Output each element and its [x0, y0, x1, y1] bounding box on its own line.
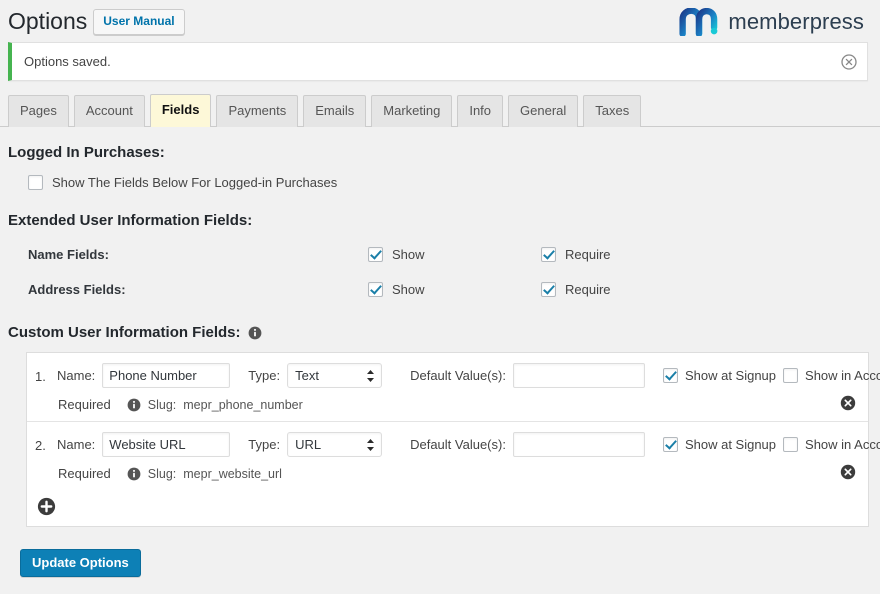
field-default-value-input[interactable]	[512, 432, 645, 457]
address-fields-require-checkbox[interactable]	[541, 282, 556, 297]
field-index: 2.	[35, 438, 46, 453]
page-title: Options	[8, 8, 88, 35]
address-fields-show-cell: Show	[368, 282, 541, 297]
field-name-input[interactable]	[102, 363, 231, 388]
field-slug-value: mepr_website_url	[183, 466, 282, 481]
page-header: Options User Manual memberpress	[0, 0, 880, 42]
field-show-at-signup-label: Show at Signup	[684, 368, 777, 383]
field-visibility-group: Show at Signup Show in Account	[662, 368, 880, 383]
tab-taxes[interactable]: Taxes	[583, 95, 642, 127]
extended-row-name-fields: Name Fields: Show Require	[28, 242, 868, 267]
settings-tabs: Pages Account Fields Payments Emails Mar…	[0, 81, 880, 127]
field-signup-required-checkbox[interactable]	[783, 437, 799, 452]
field-body: Name: Type: Text Default Value(s):	[57, 363, 880, 412]
delete-circle-icon[interactable]	[840, 395, 856, 411]
address-fields-show-label: Show	[392, 282, 425, 297]
close-circle-icon[interactable]	[841, 53, 857, 70]
logged-in-purchases-heading: Logged In Purchases:	[8, 144, 165, 161]
field-secondary-line: Required Slug: mepr_website_url	[57, 466, 880, 481]
field-name-label: Name:	[57, 437, 96, 452]
custom-field-row: 1. Name: Type: Text Defau	[27, 353, 880, 421]
field-secondary-line: Required Slug: mepr_phone_number	[57, 397, 880, 412]
tab-pages[interactable]: Pages	[8, 95, 69, 127]
field-type-select-wrap: Text	[287, 363, 383, 388]
name-fields-require-label: Require	[565, 247, 611, 262]
info-icon[interactable]	[127, 467, 141, 481]
field-type-select[interactable]: URL	[287, 432, 383, 457]
field-default-value-input[interactable]	[512, 363, 645, 388]
name-fields-label: Name Fields:	[28, 247, 109, 262]
field-type-label: Type:	[248, 368, 281, 383]
custom-fields-heading-text: Custom User Information Fields:	[8, 324, 241, 341]
field-primary-line: Name: Type: URL Default Value(s):	[57, 432, 880, 457]
custom-fields-heading: Custom User Information Fields:	[8, 324, 868, 341]
notice-message: Options saved.	[24, 54, 111, 69]
field-slug-value: mepr_phone_number	[183, 397, 303, 412]
show-fields-logged-in-checkbox[interactable]	[28, 175, 43, 190]
field-index: 1.	[35, 369, 46, 384]
address-fields-require-cell: Require	[541, 282, 714, 297]
tab-marketing[interactable]: Marketing	[371, 95, 453, 127]
extended-row-address-fields: Address Fields: Show Require	[28, 277, 868, 302]
show-fields-logged-in-label: Show The Fields Below For Logged-in Purc…	[52, 175, 338, 190]
field-type-select[interactable]: Text	[287, 363, 383, 388]
name-fields-show-cell: Show	[368, 247, 541, 262]
info-icon[interactable]	[127, 398, 141, 412]
custom-fields-list: 1. Name: Type: Text Defau	[26, 352, 880, 527]
add-custom-field-row	[27, 490, 868, 526]
field-visibility-group: Show at Signup Show in Account	[662, 437, 880, 452]
field-name-label: Name:	[57, 368, 96, 383]
name-fields-require-cell: Require	[541, 247, 714, 262]
update-options-button[interactable]: Update Options	[20, 549, 141, 577]
memberpress-logo-icon	[679, 8, 718, 36]
field-signup-required-checkbox[interactable]	[783, 368, 799, 383]
fields-settings-panel: Logged In Purchases: Show The Fields Bel…	[0, 144, 880, 577]
info-icon[interactable]	[248, 326, 262, 340]
plus-circle-icon[interactable]	[37, 497, 56, 516]
field-body: Name: Type: URL Default Value(s):	[57, 432, 880, 481]
address-fields-show-checkbox[interactable]	[368, 282, 383, 297]
address-fields-label: Address Fields:	[28, 282, 126, 297]
field-primary-line: Name: Type: Text Default Value(s):	[57, 363, 880, 388]
address-fields-require-label: Require	[565, 282, 611, 297]
tab-emails[interactable]: Emails	[303, 95, 367, 127]
field-required-label: Required	[58, 466, 111, 481]
user-manual-button[interactable]: User Manual	[93, 9, 185, 35]
field-show-at-signup-checkbox[interactable]	[662, 437, 678, 452]
field-name-input[interactable]	[102, 432, 231, 457]
logged-in-purchases-row: Show The Fields Below For Logged-in Purc…	[28, 175, 868, 190]
tab-fields[interactable]: Fields	[149, 94, 212, 127]
extended-fields-table: Name Fields: Show Require Address Fields…	[28, 242, 868, 302]
field-type-select-wrap: URL	[287, 432, 383, 457]
field-slug-prefix: Slug:	[147, 397, 177, 412]
field-show-in-account-label: Show in Account	[805, 368, 880, 383]
tab-account[interactable]: Account	[73, 95, 145, 127]
extended-fields-heading: Extended User Information Fields:	[8, 212, 253, 229]
options-saved-notice: Options saved.	[8, 42, 868, 81]
field-show-at-signup-checkbox[interactable]	[662, 368, 678, 383]
field-show-at-signup-label: Show at Signup	[684, 437, 777, 452]
memberpress-wordmark: memberpress	[728, 9, 864, 34]
field-type-label: Type:	[248, 437, 281, 452]
name-fields-require-checkbox[interactable]	[541, 247, 556, 262]
field-show-in-account-label: Show in Account	[805, 437, 880, 452]
tab-general[interactable]: General	[508, 95, 579, 127]
name-fields-show-checkbox[interactable]	[368, 247, 383, 262]
memberpress-branding: memberpress	[679, 8, 868, 36]
field-default-value-label: Default Value(s):	[410, 437, 506, 452]
name-fields-show-label: Show	[392, 247, 425, 262]
tab-info[interactable]: Info	[457, 95, 504, 127]
custom-field-row: 2. Name: Type: URL Defaul	[27, 421, 880, 490]
submit-area: Update Options	[8, 527, 868, 577]
delete-circle-icon[interactable]	[840, 464, 856, 480]
tab-payments[interactable]: Payments	[216, 95, 299, 127]
field-slug-prefix: Slug:	[147, 466, 177, 481]
field-default-value-label: Default Value(s):	[410, 368, 506, 383]
field-required-label: Required	[58, 397, 111, 412]
